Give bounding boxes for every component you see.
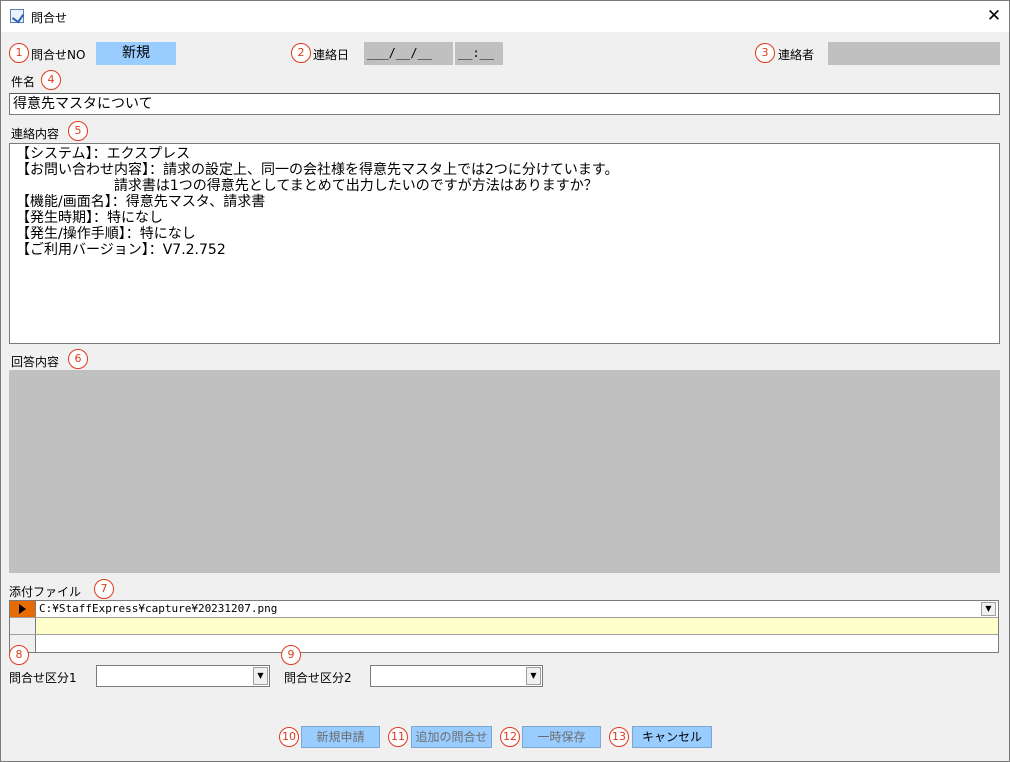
category2-select[interactable]: ▼ xyxy=(370,665,543,687)
annotation-badge-5: 5 xyxy=(68,121,88,141)
chevron-down-icon[interactable]: ▼ xyxy=(981,602,996,616)
title-bar: 問合せ ✕ xyxy=(1,1,1009,32)
attachment-row[interactable] xyxy=(10,635,998,652)
row-header[interactable] xyxy=(10,618,36,634)
attachment-path[interactable]: C:¥StaffExpress¥capture¥20231207.png xyxy=(37,601,998,617)
content-line: 請求書は1つの得意先としてまとめて出力したいのですが方法はありますか？ xyxy=(16,178,598,194)
app-icon xyxy=(10,9,24,23)
chevron-down-icon[interactable]: ▼ xyxy=(526,667,541,685)
close-icon[interactable]: ✕ xyxy=(979,1,1009,32)
annotation-badge-2: 2 xyxy=(291,43,311,63)
attachment-row[interactable]: C:¥StaffExpress¥capture¥20231207.png ▼ xyxy=(10,601,998,618)
category1-select[interactable]: ▼ xyxy=(96,665,270,687)
content-line: 【ご利用バージョン】：V7.2.752 xyxy=(16,242,226,258)
subject-label: 件名 xyxy=(11,75,36,89)
attachment-row[interactable] xyxy=(10,618,998,635)
contact-person-field[interactable] xyxy=(828,42,1000,65)
attachment-path[interactable] xyxy=(37,618,998,634)
annotation-badge-1: 1 xyxy=(9,43,29,63)
attachments-label: 添付ファイル xyxy=(9,585,82,599)
answer-content-area xyxy=(9,370,1000,573)
inquiry-no-label: 問合せNO xyxy=(31,48,86,62)
cancel-button[interactable]: キャンセル xyxy=(632,726,712,748)
annotation-badge-6: 6 xyxy=(68,349,88,369)
annotation-badge-8: 8 xyxy=(9,645,29,665)
category2-label: 問合せ区分2 xyxy=(284,671,352,685)
content-line: 【発生時期】：特になし xyxy=(16,210,163,226)
row-selector-arrow-icon[interactable] xyxy=(10,601,36,617)
content-line: 【お問い合わせ内容】：請求の設定上、同一の会社様を得意先マスタ上では2つに分けて… xyxy=(16,162,619,178)
content-line: 【発生/操作手順】：特になし xyxy=(16,226,196,242)
answer-content-label: 回答内容 xyxy=(11,355,60,369)
inquiry-no-value: 新規 xyxy=(96,42,176,65)
new-request-button[interactable]: 新規申請 xyxy=(301,726,380,748)
contact-content-textarea[interactable]: 【システム】：エクスプレス 【お問い合わせ内容】：請求の設定上、同一の会社様を得意… xyxy=(9,143,1000,344)
contact-date-label: 連絡日 xyxy=(313,48,350,62)
annotation-badge-11: 11 xyxy=(388,727,408,747)
annotation-badge-13: 13 xyxy=(609,727,629,747)
content-line: 【システム】：エクスプレス xyxy=(16,146,191,162)
chevron-down-icon[interactable]: ▼ xyxy=(253,667,268,685)
contact-person-label: 連絡者 xyxy=(778,48,815,62)
contact-time-field[interactable]: __:__ xyxy=(455,42,503,65)
annotation-badge-4: 4 xyxy=(41,70,61,90)
inquiry-window: 問合せ ✕ 1 問合せNO 新規 2 連絡日 ___/__/__ __:__ 3… xyxy=(0,0,1010,762)
subject-input[interactable]: 得意先マスタについて xyxy=(9,93,1000,115)
attachment-path[interactable] xyxy=(37,635,998,652)
content-line: 【機能/画面名】：得意先マスタ、請求書 xyxy=(16,194,266,210)
attachments-grid: C:¥StaffExpress¥capture¥20231207.png ▼ xyxy=(9,600,999,653)
annotation-badge-12: 12 xyxy=(500,727,520,747)
additional-inquiry-button[interactable]: 追加の問合せ xyxy=(411,726,492,748)
contact-content-label: 連絡内容 xyxy=(11,127,60,141)
contact-date-field[interactable]: ___/__/__ xyxy=(364,42,453,65)
annotation-badge-3: 3 xyxy=(755,43,775,63)
temp-save-button[interactable]: 一時保存 xyxy=(522,726,601,748)
annotation-badge-7: 7 xyxy=(94,579,114,599)
category1-label: 問合せ区分1 xyxy=(9,671,77,685)
window-title: 問合せ xyxy=(31,11,68,25)
annotation-badge-9: 9 xyxy=(281,645,301,665)
annotation-badge-10: 10 xyxy=(279,727,299,747)
